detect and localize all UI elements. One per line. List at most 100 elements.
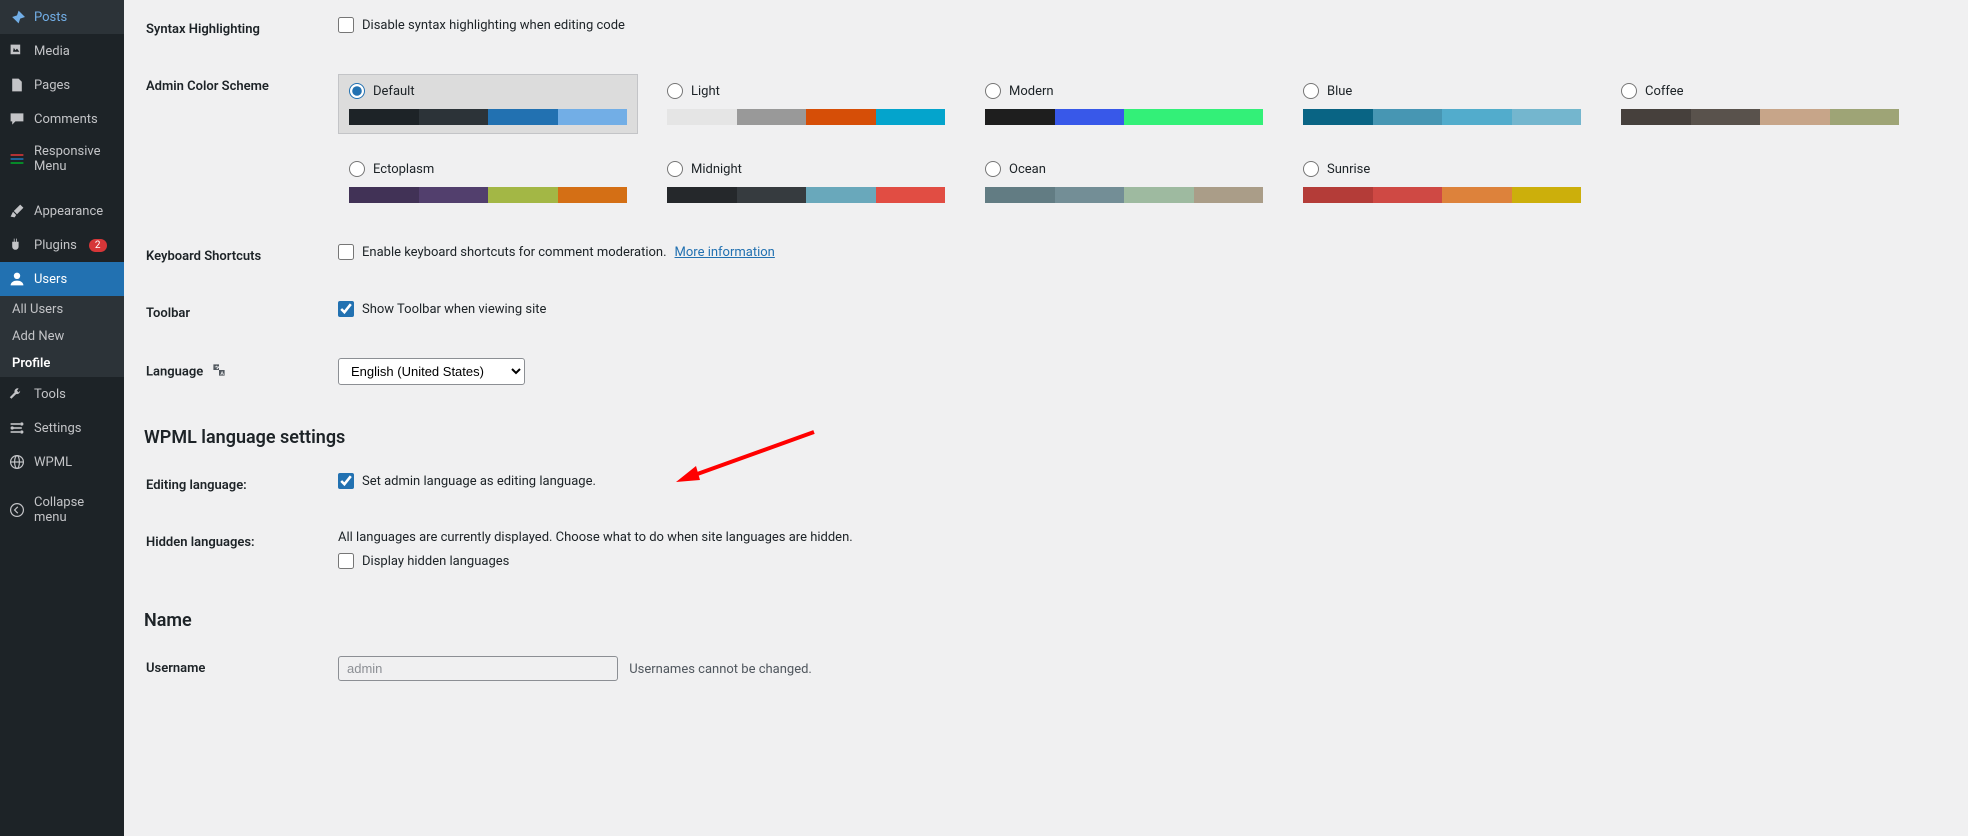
responsive-icon — [8, 150, 26, 168]
editing-lang-label: Editing language: — [146, 458, 326, 513]
toolbar-label: Toolbar — [146, 286, 326, 341]
gear-icon — [8, 419, 26, 437]
sidebar-item-users[interactable]: Users — [0, 262, 124, 296]
globe-icon — [8, 453, 26, 471]
editing-lang-checkbox-label: Set admin language as editing language. — [362, 474, 596, 489]
scheme-name: Midnight — [691, 162, 742, 177]
keyboard-checkbox-label: Enable keyboard shortcuts for comment mo… — [362, 245, 667, 260]
scheme-midnight[interactable]: Midnight — [656, 152, 956, 212]
pin-icon — [8, 8, 26, 26]
sidebar-item-appearance[interactable]: Appearance — [0, 194, 124, 228]
syntax-checkbox[interactable] — [338, 17, 354, 33]
scheme-sunrise[interactable]: Sunrise — [1292, 152, 1592, 212]
keyboard-checkbox[interactable] — [338, 244, 354, 260]
scheme-radio[interactable] — [985, 83, 1001, 99]
scheme-ocean[interactable]: Ocean — [974, 152, 1274, 212]
sidebar-label: Settings — [34, 421, 81, 436]
name-heading: Name — [144, 610, 1948, 631]
scheme-radio[interactable] — [985, 161, 1001, 177]
scheme-palette — [985, 187, 1263, 203]
sidebar-item-pages[interactable]: Pages — [0, 68, 124, 102]
pages-icon — [8, 76, 26, 94]
sidebar-item-posts[interactable]: Posts — [0, 0, 124, 34]
sidebar-label: Comments — [34, 112, 98, 127]
user-icon — [8, 270, 26, 288]
scheme-radio[interactable] — [667, 83, 683, 99]
scheme-name: Coffee — [1645, 84, 1684, 99]
scheme-name: Ocean — [1009, 162, 1046, 177]
toolbar-checkbox-row[interactable]: Show Toolbar when viewing site — [338, 301, 1936, 317]
sidebar-item-wpml[interactable]: WPML — [0, 445, 124, 479]
username-input — [338, 656, 618, 681]
sidebar-label: Tools — [34, 387, 66, 402]
scheme-radio[interactable] — [349, 161, 365, 177]
scheme-palette — [985, 109, 1263, 125]
collapse-icon — [8, 501, 26, 519]
submenu-all-users[interactable]: All Users — [0, 296, 124, 323]
plugins-badge: 2 — [89, 239, 107, 252]
syntax-checkbox-label: Disable syntax highlighting when editing… — [362, 18, 625, 33]
sidebar-label: WPML — [34, 455, 72, 470]
sidebar-item-settings[interactable]: Settings — [0, 411, 124, 445]
scheme-palette — [349, 109, 627, 125]
sidebar-collapse[interactable]: Collapse menu — [0, 487, 124, 533]
editing-lang-checkbox-row[interactable]: Set admin language as editing language. — [338, 473, 1936, 489]
wpml-heading: WPML language settings — [144, 427, 1948, 448]
translate-icon — [211, 363, 227, 381]
keyboard-label: Keyboard Shortcuts — [146, 229, 326, 284]
sidebar-label: Users — [34, 272, 67, 287]
submenu-profile[interactable]: Profile — [0, 350, 124, 377]
scheme-blue[interactable]: Blue — [1292, 74, 1592, 134]
scheme-palette — [1303, 187, 1581, 203]
sidebar-label: Pages — [34, 78, 70, 93]
sidebar-item-media[interactable]: Media — [0, 34, 124, 68]
color-schemes: Default Light Modern Blue Coffee Ectoplasm Mid… — [338, 74, 1936, 212]
keyboard-checkbox-row[interactable]: Enable keyboard shortcuts for comment mo… — [338, 244, 1936, 260]
language-select[interactable]: English (United States) — [338, 358, 525, 385]
main-content: Syntax Highlighting Disable syntax highl… — [124, 0, 1968, 836]
scheme-palette — [1303, 109, 1581, 125]
sidebar-label: Media — [34, 44, 70, 59]
scheme-palette — [1621, 109, 1899, 125]
scheme-name: Modern — [1009, 84, 1054, 99]
scheme-light[interactable]: Light — [656, 74, 956, 134]
editing-lang-checkbox[interactable] — [338, 473, 354, 489]
sidebar-item-responsive-menu[interactable]: Responsive Menu — [0, 136, 124, 182]
keyboard-more-info-link[interactable]: More information — [675, 245, 775, 260]
toolbar-checkbox[interactable] — [338, 301, 354, 317]
sidebar-label: Appearance — [34, 204, 103, 219]
color-scheme-label: Admin Color Scheme — [146, 59, 326, 227]
hidden-lang-checkbox-row[interactable]: Display hidden languages — [338, 553, 1936, 569]
sidebar-label: Posts — [34, 10, 67, 25]
scheme-radio[interactable] — [667, 161, 683, 177]
admin-sidebar: Posts Media Pages Comments Responsive Me… — [0, 0, 124, 836]
scheme-name: Ectoplasm — [373, 162, 434, 177]
scheme-radio[interactable] — [349, 83, 365, 99]
sidebar-item-comments[interactable]: Comments — [0, 102, 124, 136]
scheme-modern[interactable]: Modern — [974, 74, 1274, 134]
scheme-default[interactable]: Default — [338, 74, 638, 134]
hidden-lang-checkbox-label: Display hidden languages — [362, 554, 509, 569]
scheme-ectoplasm[interactable]: Ectoplasm — [338, 152, 638, 212]
wrench-icon — [8, 385, 26, 403]
scheme-radio[interactable] — [1303, 161, 1319, 177]
sidebar-item-plugins[interactable]: Plugins 2 — [0, 228, 124, 262]
submenu-add-new[interactable]: Add New — [0, 323, 124, 350]
scheme-name: Blue — [1327, 84, 1352, 99]
scheme-name: Light — [691, 84, 720, 99]
username-desc: Usernames cannot be changed. — [629, 662, 812, 677]
username-label: Username — [146, 641, 326, 696]
scheme-coffee[interactable]: Coffee — [1610, 74, 1910, 134]
scheme-palette — [349, 187, 627, 203]
users-submenu: All Users Add New Profile — [0, 296, 124, 377]
sidebar-label: Plugins — [34, 238, 77, 253]
hidden-lang-checkbox[interactable] — [338, 553, 354, 569]
comment-icon — [8, 110, 26, 128]
scheme-name: Sunrise — [1327, 162, 1370, 177]
syntax-label: Syntax Highlighting — [146, 2, 326, 57]
hidden-lang-desc: All languages are currently displayed. C… — [338, 530, 1936, 545]
syntax-checkbox-row[interactable]: Disable syntax highlighting when editing… — [338, 17, 1936, 33]
scheme-radio[interactable] — [1621, 83, 1637, 99]
scheme-radio[interactable] — [1303, 83, 1319, 99]
sidebar-item-tools[interactable]: Tools — [0, 377, 124, 411]
